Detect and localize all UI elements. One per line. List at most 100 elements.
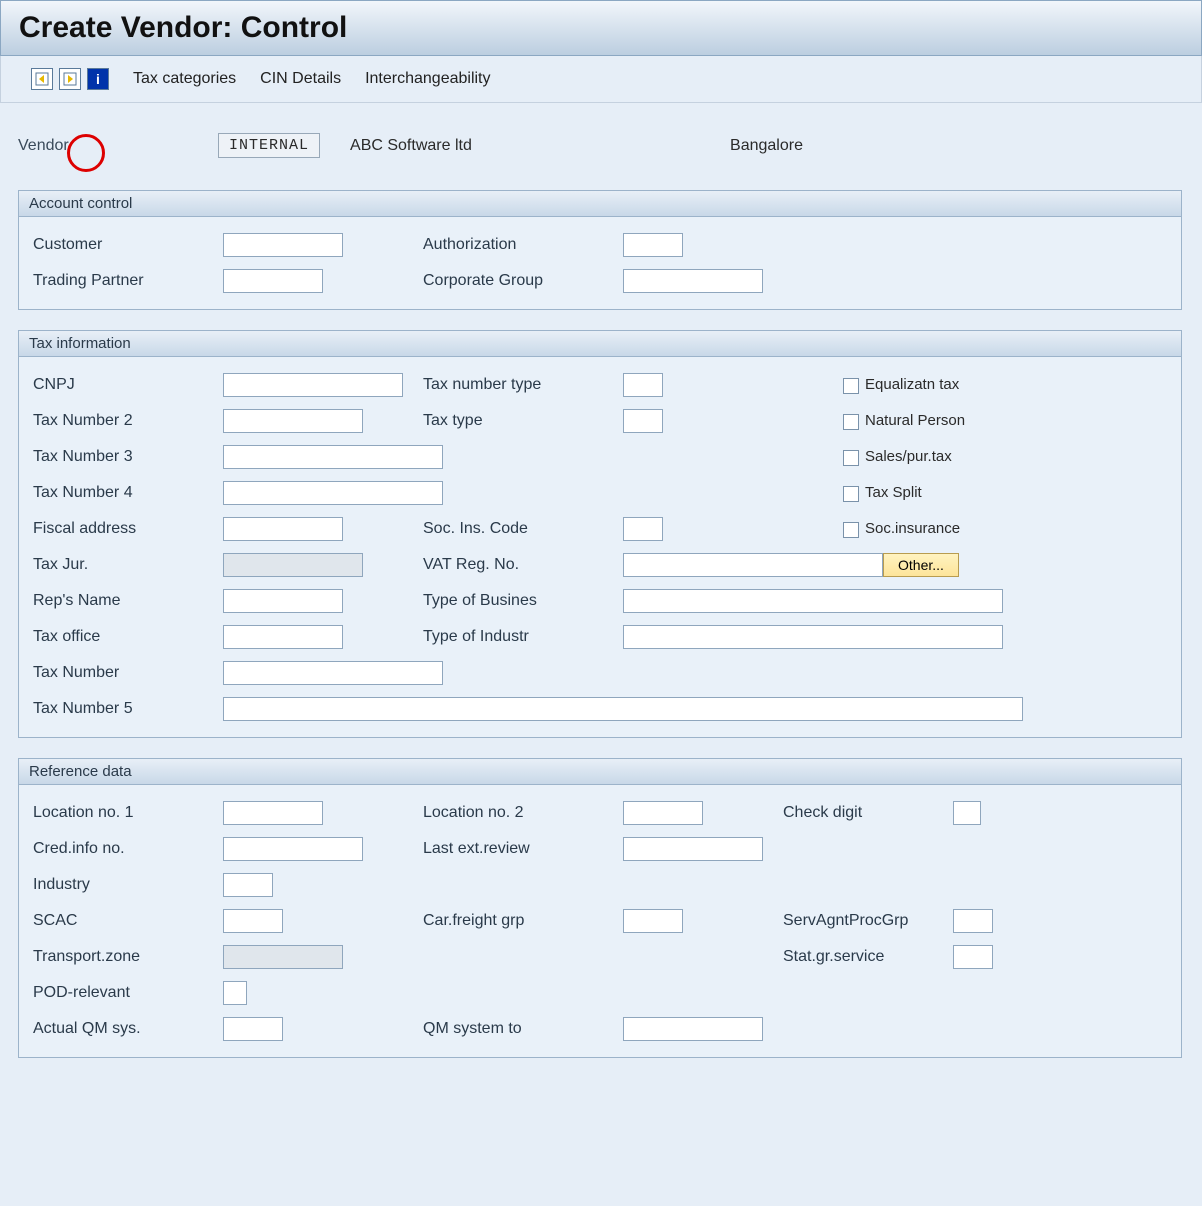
natural-person-label: Natural Person <box>865 412 965 429</box>
soc-ins-code-input[interactable] <box>623 517 663 541</box>
last-ext-review-label: Last ext.review <box>423 840 623 858</box>
equalizatn-tax-label: Equalizatn tax <box>865 376 959 393</box>
vendor-label: Vendor <box>18 137 218 155</box>
tax-number-4-label: Tax Number 4 <box>33 484 223 502</box>
tax-number-5-input[interactable] <box>223 697 1023 721</box>
equalizatn-tax-checkbox[interactable] <box>843 378 859 394</box>
tax-number-5-label: Tax Number 5 <box>33 700 223 718</box>
cred-info-no-input[interactable] <box>223 837 363 861</box>
reps-name-input[interactable] <box>223 589 343 613</box>
location-no-2-label: Location no. 2 <box>423 804 623 822</box>
tax-split-label: Tax Split <box>865 484 922 501</box>
reference-data-title: Reference data <box>19 759 1181 785</box>
serv-agnt-proc-grp-label: ServAgntProcGrp <box>783 912 953 930</box>
stat-gr-service-input[interactable] <box>953 945 993 969</box>
customer-input[interactable] <box>223 233 343 257</box>
transport-zone-label: Transport.zone <box>33 948 223 966</box>
soc-insurance-label: Soc.insurance <box>865 520 960 537</box>
titlebar: Create Vendor: Control <box>0 0 1202 56</box>
sales-pur-tax-checkbox[interactable] <box>843 450 859 466</box>
account-control-group: Account control Customer Authorization T… <box>18 190 1182 310</box>
type-of-busines-input[interactable] <box>623 589 1003 613</box>
tax-type-label: Tax type <box>423 412 623 430</box>
interchangeability-link[interactable]: Interchangeability <box>365 70 490 88</box>
car-freight-grp-input[interactable] <box>623 909 683 933</box>
window: Create Vendor: Control i Tax categories … <box>0 0 1202 1088</box>
last-ext-review-input[interactable] <box>623 837 763 861</box>
vat-reg-no-label: VAT Reg. No. <box>423 556 623 574</box>
fiscal-address-label: Fiscal address <box>33 520 223 538</box>
pod-relevant-label: POD-relevant <box>33 984 223 1002</box>
vendor-city: Bangalore <box>730 137 803 155</box>
reference-data-group: Reference data Location no. 1 Location n… <box>18 758 1182 1058</box>
actual-qm-sys-label: Actual QM sys. <box>33 1020 223 1038</box>
tax-information-group: Tax information CNPJ Tax number type Equ… <box>18 330 1182 738</box>
trading-partner-label: Trading Partner <box>33 272 223 290</box>
type-of-industr-label: Type of Industr <box>423 628 623 646</box>
location-no-2-input[interactable] <box>623 801 703 825</box>
trading-partner-input[interactable] <box>223 269 323 293</box>
tax-number-2-input[interactable] <box>223 409 363 433</box>
check-digit-label: Check digit <box>783 804 953 822</box>
natural-person-checkbox[interactable] <box>843 414 859 430</box>
tax-number-3-label: Tax Number 3 <box>33 448 223 466</box>
location-no-1-input[interactable] <box>223 801 323 825</box>
vendor-name: ABC Software ltd <box>350 137 730 155</box>
tax-office-input[interactable] <box>223 625 343 649</box>
tax-number-label: Tax Number <box>33 664 223 682</box>
soc-insurance-checkbox[interactable] <box>843 522 859 538</box>
page-title: Create Vendor: Control <box>19 11 1183 45</box>
account-control-title: Account control <box>19 191 1181 217</box>
tax-information-title: Tax information <box>19 331 1181 357</box>
vat-reg-no-input[interactable] <box>623 553 883 577</box>
tax-jur-label: Tax Jur. <box>33 556 223 574</box>
location-no-1-label: Location no. 1 <box>33 804 223 822</box>
tax-jur-input[interactable] <box>223 553 363 577</box>
pod-relevant-input[interactable] <box>223 981 247 1005</box>
toolbar: i Tax categories CIN Details Interchange… <box>0 56 1202 103</box>
authorization-input[interactable] <box>623 233 683 257</box>
customer-label: Customer <box>33 236 223 254</box>
authorization-label: Authorization <box>423 236 623 254</box>
industry-label: Industry <box>33 876 223 894</box>
tax-categories-link[interactable]: Tax categories <box>133 70 236 88</box>
scac-label: SCAC <box>33 912 223 930</box>
vendor-code: INTERNAL <box>218 133 320 158</box>
prev-screen-icon[interactable] <box>31 68 53 90</box>
tax-number-3-input[interactable] <box>223 445 443 469</box>
other-button[interactable]: Other... <box>883 553 959 577</box>
cnpj-input[interactable] <box>223 373 403 397</box>
tax-number-4-input[interactable] <box>223 481 443 505</box>
vendor-header-row: Vendor INTERNAL ABC Software ltd Bangalo… <box>18 119 1192 180</box>
tax-split-checkbox[interactable] <box>843 486 859 502</box>
next-screen-icon[interactable] <box>59 68 81 90</box>
corporate-group-input[interactable] <box>623 269 763 293</box>
tax-number-2-label: Tax Number 2 <box>33 412 223 430</box>
cin-details-link[interactable]: CIN Details <box>260 70 341 88</box>
cred-info-no-label: Cred.info no. <box>33 840 223 858</box>
type-of-busines-label: Type of Busines <box>423 592 623 610</box>
qm-system-to-label: QM system to <box>423 1020 623 1038</box>
tax-number-type-label: Tax number type <box>423 376 623 394</box>
reps-name-label: Rep's Name <box>33 592 223 610</box>
fiscal-address-input[interactable] <box>223 517 343 541</box>
check-digit-input[interactable] <box>953 801 981 825</box>
industry-input[interactable] <box>223 873 273 897</box>
cnpj-label: CNPJ <box>33 376 223 394</box>
body: Vendor INTERNAL ABC Software ltd Bangalo… <box>0 103 1202 1088</box>
serv-agnt-proc-grp-input[interactable] <box>953 909 993 933</box>
scac-input[interactable] <box>223 909 283 933</box>
transport-zone-input[interactable] <box>223 945 343 969</box>
qm-system-to-input[interactable] <box>623 1017 763 1041</box>
tax-office-label: Tax office <box>33 628 223 646</box>
actual-qm-sys-input[interactable] <box>223 1017 283 1041</box>
type-of-industr-input[interactable] <box>623 625 1003 649</box>
corporate-group-label: Corporate Group <box>423 272 623 290</box>
tax-type-input[interactable] <box>623 409 663 433</box>
stat-gr-service-label: Stat.gr.service <box>783 948 953 966</box>
tax-number-type-input[interactable] <box>623 373 663 397</box>
soc-ins-code-label: Soc. Ins. Code <box>423 520 623 538</box>
tax-number-input[interactable] <box>223 661 443 685</box>
sales-pur-tax-label: Sales/pur.tax <box>865 448 952 465</box>
info-icon[interactable]: i <box>87 68 109 90</box>
